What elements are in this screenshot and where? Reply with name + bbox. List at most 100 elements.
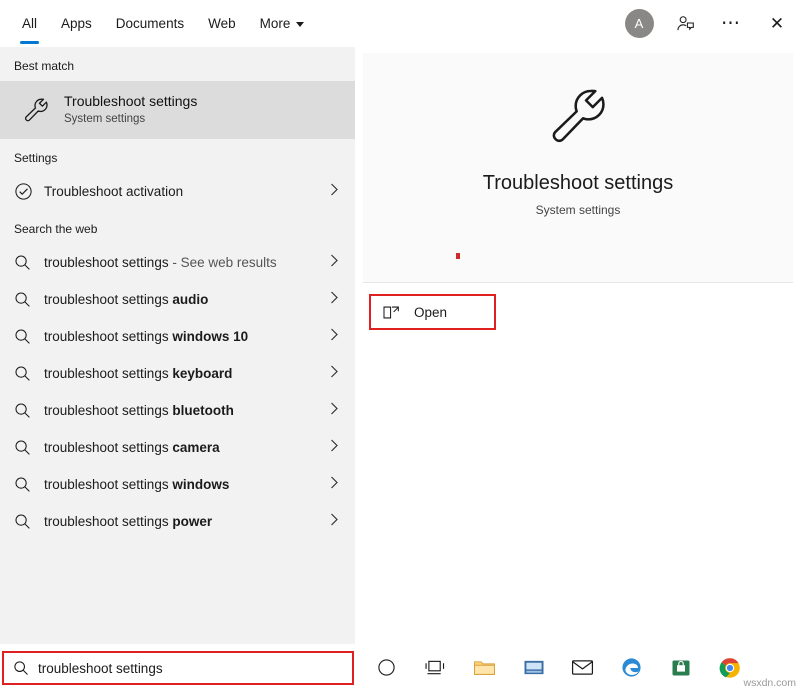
preview-title: Troubleshoot settings [483,172,673,195]
chevron-right-icon[interactable] [329,290,339,309]
web-result-3[interactable]: troubleshoot settings keyboard [0,355,355,392]
best-match-text: Troubleshoot settings System settings [64,93,197,127]
feedback-button[interactable] [662,0,708,47]
web-result-1[interactable]: troubleshoot settings audio [0,281,355,318]
account-button[interactable]: A [616,0,662,47]
chevron-right-icon[interactable] [329,327,339,346]
tab-all-label: All [22,16,37,31]
chrome-icon [719,657,741,679]
tab-all[interactable]: All [10,0,49,47]
best-match-result[interactable]: Troubleshoot settings System settings [0,81,355,139]
web-result-0-suffix: - See web results [169,255,277,270]
cursor-marker [456,253,460,259]
search-flyout-window: All Apps Documents Web More A [0,0,800,691]
web-result-4[interactable]: troubleshoot settings bluetooth [0,392,355,429]
chevron-right-icon[interactable] [329,364,339,383]
tab-apps[interactable]: Apps [49,0,104,47]
web-result-3-keyword: keyboard [172,366,232,381]
task-view-button[interactable] [411,644,460,691]
best-match-title: Troubleshoot settings [64,93,197,110]
web-result-6[interactable]: troubleshoot settings windows [0,466,355,503]
preview-panel: Troubleshoot settings System settings Op… [355,47,800,644]
tab-all-underline [20,41,39,44]
open-button-content: Open [371,305,447,320]
results-panel: Best match Troubleshoot settings System … [0,47,355,644]
cortana-icon [377,658,396,677]
open-button-label: Open [414,305,447,320]
chevron-down-icon [296,22,304,27]
avatar: A [625,9,654,38]
wrench-icon [541,79,615,158]
best-match-subtitle: System settings [64,112,197,127]
search-tab-bar: All Apps Documents Web More A [0,0,800,47]
mail-button[interactable] [558,644,607,691]
mail-icon [571,659,594,676]
file-explorer-icon [473,658,496,677]
check-circle-icon [14,182,44,201]
web-result-5-keyword: camera [172,440,219,455]
open-button[interactable]: Open [369,294,496,330]
web-result-4-query: troubleshoot settings [44,403,172,418]
web-result-7-label: troubleshoot settings power [44,514,212,529]
search-icon [14,291,44,308]
close-button[interactable]: ✕ [754,0,800,47]
web-result-5-label: troubleshoot settings camera [44,440,220,455]
search-tabs: All Apps Documents Web More [0,0,316,47]
search-icon [14,254,44,271]
search-input[interactable] [38,661,338,676]
search-the-web-header: Search the web [0,210,355,244]
tab-more-label: More [260,16,291,31]
web-result-1-query: troubleshoot settings [44,292,172,307]
web-result-4-keyword: bluetooth [172,403,233,418]
web-result-0-query: troubleshoot settings [44,255,169,270]
preview-subtitle: System settings [536,203,621,217]
search-icon [14,476,44,493]
tab-more[interactable]: More [248,0,317,47]
store-legacy-button[interactable] [509,644,558,691]
chevron-right-icon[interactable] [329,182,339,201]
tab-apps-label: Apps [61,16,92,31]
microsoft-store-button[interactable] [656,644,705,691]
web-result-6-label: troubleshoot settings windows [44,477,229,492]
web-result-7[interactable]: troubleshoot settings power [0,503,355,540]
edge-button[interactable] [607,644,656,691]
tab-documents-label: Documents [116,16,184,31]
web-result-5[interactable]: troubleshoot settings camera [0,429,355,466]
tab-web-label: Web [208,16,236,31]
search-icon [4,660,38,676]
close-icon: ✕ [770,15,784,32]
tab-documents[interactable]: Documents [104,0,196,47]
wrench-icon [14,88,58,132]
search-icon [14,365,44,382]
chevron-right-icon[interactable] [329,475,339,494]
microsoft-store-icon [671,658,691,678]
tab-web[interactable]: Web [196,0,248,47]
web-result-1-keyword: audio [172,292,208,307]
search-icon [14,439,44,456]
web-result-5-query: troubleshoot settings [44,440,172,455]
web-result-7-keyword: power [172,514,212,529]
taskbar-search-box[interactable] [2,651,354,685]
web-result-2[interactable]: troubleshoot settings windows 10 [0,318,355,355]
web-result-0-label: troubleshoot settings - See web results [44,255,277,270]
cortana-button[interactable] [362,644,411,691]
web-result-6-keyword: windows [172,477,229,492]
web-result-1-label: troubleshoot settings audio [44,292,208,307]
web-result-3-query: troubleshoot settings [44,366,172,381]
settings-item-troubleshoot-activation[interactable]: Troubleshoot activation [0,173,355,210]
search-icon [14,513,44,530]
file-explorer-button[interactable] [460,644,509,691]
web-result-0[interactable]: troubleshoot settings - See web results [0,244,355,281]
settings-item-label: Troubleshoot activation [44,184,183,199]
watermark: wsxdn.com [743,677,796,689]
more-options-button[interactable]: ⋯ [708,0,754,47]
chevron-right-icon[interactable] [329,401,339,420]
chevron-right-icon[interactable] [329,253,339,272]
chevron-right-icon[interactable] [329,438,339,457]
search-window-controls: A ⋯ ✕ [616,0,800,47]
task-view-icon [425,659,446,676]
chevron-right-icon[interactable] [329,512,339,531]
web-result-3-label: troubleshoot settings keyboard [44,366,232,381]
web-result-4-label: troubleshoot settings bluetooth [44,403,234,418]
web-result-2-keyword: windows 10 [172,329,248,344]
